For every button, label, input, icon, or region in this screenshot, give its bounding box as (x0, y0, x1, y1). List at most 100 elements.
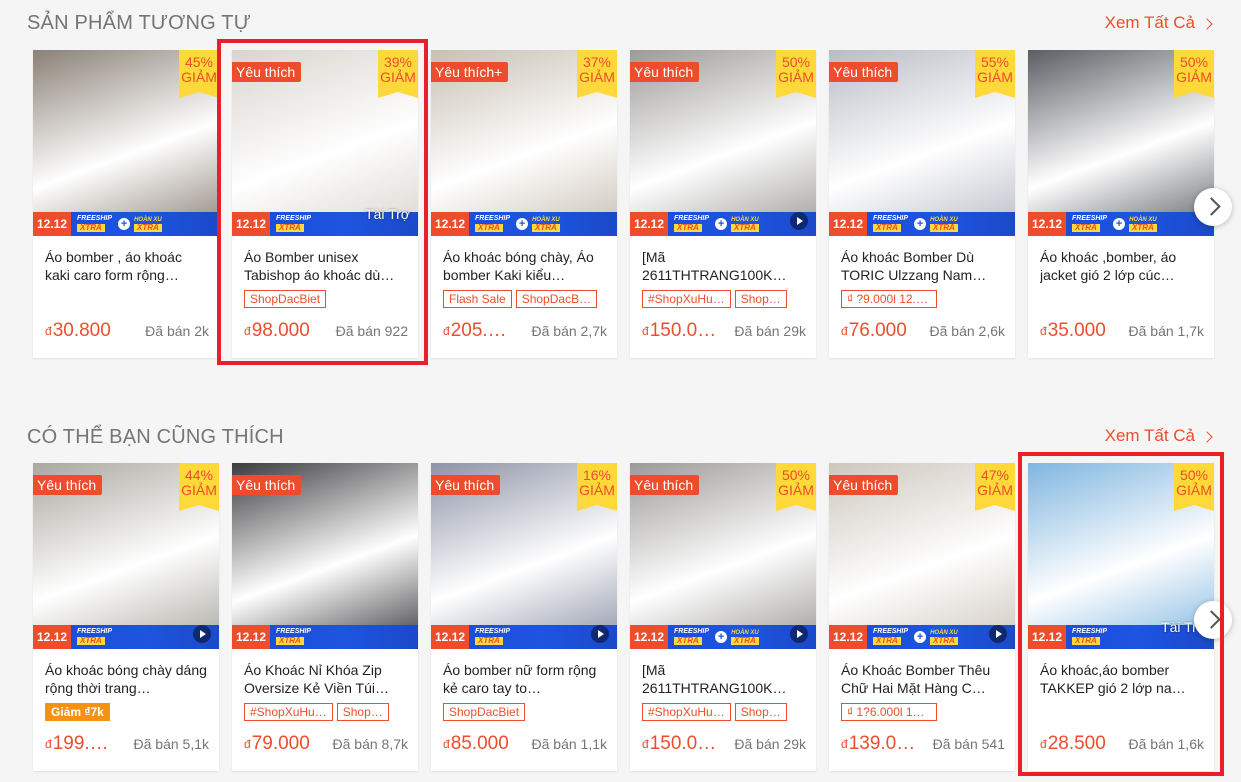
promo-1212-label: 12.12 (1028, 625, 1067, 649)
discount-word: GIẢM (181, 69, 217, 85)
price-value: 76.000 (848, 320, 907, 341)
discount-word: GIẢM (1176, 482, 1212, 498)
product-image[interactable]: Yêu thích 47% GIẢM 12.12 FREESHIP XTRA + HOÀN X… (829, 463, 1015, 649)
product-badge: ₫ 1?6.000l 12.12 lúc 00:00 (841, 703, 937, 721)
product-card[interactable]: Yêu thích 50% GIẢM 12.12 FREESHIP XTRA + HOÀN X… (630, 50, 816, 358)
product-name[interactable]: Áo khoác ,bomber, áo jacket gió 2 lớp cú… (1040, 248, 1202, 284)
section-title: CÓ THỂ BẠN CŨNG THÍCH (27, 426, 284, 448)
sold-count: Đã bán 922 (335, 323, 408, 339)
product-name[interactable]: Áo khoác bóng chày dáng rộng thời trang… (45, 661, 207, 697)
product-card[interactable]: Yêu thích 47% GIẢM 12.12 FREESHIP XTRA + HOÀN X… (829, 463, 1015, 771)
product-card[interactable]: Yêu thích 39% GIẢM Tài Trợ 12.12 FREESHIP XTRA… (232, 50, 418, 358)
see-all-link[interactable]: Xem Tất Cả (1105, 13, 1213, 33)
discount-badge: 50% GIẢM (1174, 463, 1214, 511)
sponsored-label: Tài Trợ (365, 206, 410, 222)
product-card[interactable]: Yêu thích 16% GIẢM 12.12 FREESHIP XTRA Áo bomb… (431, 463, 617, 771)
currency-symbol: đ (443, 324, 450, 338)
sold-count: Đã bán 2,6k (929, 323, 1006, 339)
promo-1212-label: 12.12 (33, 625, 72, 649)
product-name[interactable]: Áo khoác,áo bomber TAKKEP gió 2 lớp na… (1040, 661, 1202, 697)
product-name[interactable]: Áo Khoác Nỉ Khóa Zip Oversize Kẻ Viền Tú… (244, 661, 406, 697)
discount-badge: 50% GIẢM (776, 50, 816, 98)
favorite-tag: Yêu thích (630, 475, 700, 495)
product-card[interactable]: 50% GIẢM Tài Trợ 12.12 FREESHIP XTRA Áo khoác,… (1028, 463, 1214, 771)
promo-1212-label: 12.12 (431, 625, 470, 649)
product-price: đ85.000 (443, 733, 509, 755)
discount-word: GIẢM (977, 69, 1013, 85)
discount-word: GIẢM (380, 69, 416, 85)
section-title: SẢN PHẨM TƯƠNG TỰ (27, 12, 251, 34)
product-image[interactable]: Yêu thích 39% GIẢM Tài Trợ 12.12 FREESHIP XTRA (232, 50, 418, 236)
see-all-link[interactable]: Xem Tất Cả (1105, 426, 1213, 446)
discount-word: GIẢM (181, 482, 217, 498)
product-card[interactable]: 50% GIẢM 12.12 FREESHIP XTRA + HOÀN XU XTRA Áo k… (1028, 50, 1214, 358)
product-name[interactable]: Áo Bomber unisex Tabishop áo khoác dù… (244, 248, 406, 284)
product-name[interactable]: Áo khoác bóng chày, Áo bomber Kaki kiểu… (443, 248, 605, 284)
product-badge: ShopDacBiet (443, 703, 526, 721)
freeship-label: FREESHIP XTRA (674, 215, 709, 233)
product-card[interactable]: 45% GIẢM 12.12 FREESHIP XTRA + HOÀN XU XTRA Áo b… (33, 50, 219, 358)
freeship-label: FREESHIP XTRA (674, 628, 709, 646)
product-badge: Flash Sale (443, 290, 512, 308)
you-may-also-like-section: CÓ THỂ BẠN CŨNG THÍCH Xem Tất Cả Yêu thí… (0, 412, 1241, 782)
product-badges: #ShopXuHu… Shop… (642, 703, 806, 721)
freeship-text: FREESHIP (77, 215, 113, 222)
product-card[interactable]: Yêu thích 50% GIẢM 12.12 FREESHIP XTRA + HOÀN X… (630, 463, 816, 771)
favorite-tag: Yêu thích (829, 62, 899, 82)
product-image[interactable]: 50% GIẢM Tài Trợ 12.12 FREESHIP XTRA (1028, 463, 1214, 649)
freeship-label: FREESHIP XTRA (873, 215, 908, 233)
product-image[interactable]: Yêu thích+ 37% GIẢM 12.12 FREESHIP XTRA + HOÀN … (431, 50, 617, 236)
price-value: 35.000 (1047, 320, 1106, 341)
freeship-text: FREESHIP (475, 628, 511, 635)
discount-badge: 16% GIẢM (577, 463, 617, 511)
product-image[interactable]: Yêu thích 44% GIẢM 12.12 FREESHIP XTRA (33, 463, 219, 649)
price-value: 85.000 (450, 733, 509, 754)
product-name[interactable]: [Mã 2611THTRANG100K… (642, 661, 804, 697)
product-card[interactable]: Yêu thích 55% GIẢM 12.12 FREESHIP XTRA + HOÀN X… (829, 50, 1015, 358)
product-image[interactable]: Yêu thích 55% GIẢM 12.12 FREESHIP XTRA + HOÀN X… (829, 50, 1015, 236)
product-price: đ150.0… (642, 320, 716, 342)
product-card[interactable]: Yêu thích 44% GIẢM 12.12 FREESHIP XTRA Áo khoá… (33, 463, 219, 771)
product-name[interactable]: Áo bomber nữ form rộng kẻ caro tay to… (443, 661, 605, 697)
chevron-right-icon (1201, 17, 1213, 30)
product-name[interactable]: [Mã 2611THTRANG100K… (642, 248, 804, 284)
currency-symbol: đ (1040, 324, 1047, 338)
promo-1212-label: 12.12 (431, 212, 470, 236)
promo-banner: 12.12 FREESHIP XTRA + HOÀN XU XTRA (829, 625, 1015, 649)
product-image[interactable]: Yêu thích 50% GIẢM 12.12 FREESHIP XTRA + HOÀN X… (630, 463, 816, 649)
currency-symbol: đ (45, 324, 52, 338)
product-price: đ150.0… (642, 733, 716, 755)
xtra-text: XTRA (873, 224, 901, 232)
currency-symbol: đ (443, 737, 450, 751)
xtra-text: XTRA (276, 224, 304, 232)
product-image[interactable]: Yêu thích 16% GIẢM 12.12 FREESHIP XTRA (431, 463, 617, 649)
product-image[interactable]: 45% GIẢM 12.12 FREESHIP XTRA + HOÀN XU XTRA (33, 50, 219, 236)
discount-badge: 50% GIẢM (1174, 50, 1214, 98)
xtra-text: XTRA (930, 636, 958, 645)
product-card[interactable]: Yêu thích 12.12 FREESHIP XTRA Áo Khoác Nỉ Kh… (232, 463, 418, 771)
product-image[interactable]: 50% GIẢM 12.12 FREESHIP XTRA + HOÀN XU XTRA (1028, 50, 1214, 236)
coin-back-label: HOÀN XU XTRA (532, 216, 560, 233)
discount-badge: 55% GIẢM (975, 50, 1015, 98)
product-card[interactable]: Yêu thích+ 37% GIẢM 12.12 FREESHIP XTRA + HOÀN … (431, 50, 617, 358)
carousel-next-button[interactable] (1194, 601, 1232, 639)
coin-back-label: HOÀN XU XTRA (930, 629, 958, 646)
product-name[interactable]: Áo khoác Bomber Dù TORIC Ulzzang Nam… (841, 248, 1003, 284)
promo-1212-label: 12.12 (33, 212, 72, 236)
product-name[interactable]: Áo Khoác Bomber Thêu Chữ Hai Mặt Hàng C… (841, 661, 1003, 697)
product-badges: ShopDacBiet (244, 290, 408, 308)
coin-back-label: HOÀN XU XTRA (731, 629, 759, 646)
xtra-text: XTRA (1072, 637, 1100, 645)
video-play-icon (790, 212, 808, 230)
promo-banner: 12.12 FREESHIP XTRA + HOÀN XU XTRA (630, 625, 816, 649)
product-price: đ28.500 (1040, 733, 1106, 755)
xtra-text: XTRA (1129, 223, 1157, 232)
product-image[interactable]: Yêu thích 50% GIẢM 12.12 FREESHIP XTRA + HOÀN X… (630, 50, 816, 236)
product-image[interactable]: Yêu thích 12.12 FREESHIP XTRA (232, 463, 418, 649)
xtra-text: XTRA (77, 637, 105, 645)
discount-word: GIẢM (579, 482, 615, 498)
carousel-next-button[interactable] (1194, 188, 1232, 226)
freeship-text: FREESHIP (674, 628, 710, 635)
product-name[interactable]: Áo bomber , áo khoác kaki caro form rộng… (45, 248, 207, 284)
favorite-tag: Yêu thích (232, 62, 302, 82)
